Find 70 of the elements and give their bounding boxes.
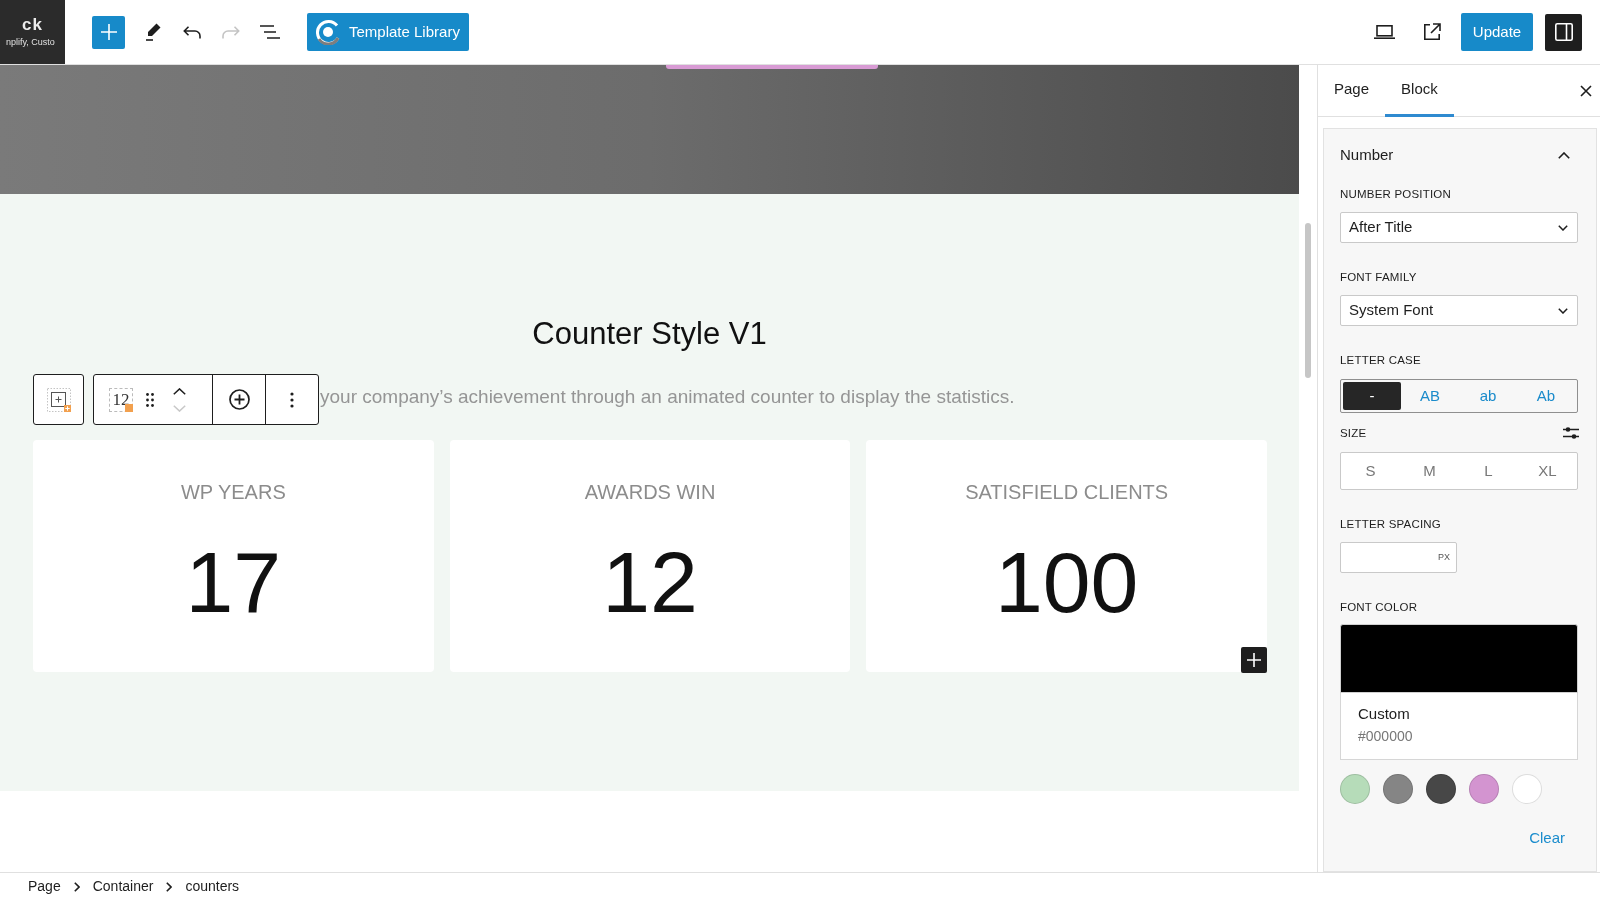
plus-square-icon — [46, 387, 71, 412]
segment-button[interactable]: S — [1341, 453, 1400, 489]
color-preview[interactable] — [1340, 624, 1578, 693]
color-swatch-icon[interactable] — [1340, 774, 1370, 804]
select-field[interactable]: System Font — [1340, 295, 1578, 326]
segment-button[interactable]: - — [1343, 382, 1401, 410]
logo-text: ck — [22, 16, 43, 34]
chevron-down-icon — [1558, 307, 1568, 314]
field-label: SIZE — [1340, 426, 1367, 440]
undo-icon — [183, 25, 201, 39]
sliders-icon — [1563, 426, 1579, 440]
pen-icon — [145, 23, 161, 41]
ring-logo-icon — [315, 19, 341, 45]
panel-toggle[interactable]: Number — [1340, 145, 1578, 165]
segment-button[interactable]: XL — [1518, 453, 1577, 489]
field-label: FONT FAMILY — [1340, 270, 1417, 284]
sidebar-tab[interactable]: Page — [1318, 65, 1386, 117]
select-field[interactable]: After Title — [1340, 212, 1578, 243]
counter-title: WP YEARS — [180, 480, 286, 504]
segment-button[interactable]: AB — [1401, 382, 1459, 410]
field-label: FONT COLOR — [1340, 600, 1418, 614]
select-parent-button[interactable] — [33, 374, 84, 425]
counter-number: 100 — [994, 538, 1139, 626]
input-field[interactable]: PX — [1340, 542, 1457, 573]
color-value: #000000 — [1358, 727, 1414, 745]
color-swatch-icon[interactable] — [1512, 774, 1542, 804]
laptop-icon — [1373, 25, 1395, 39]
color-swatch-icon[interactable] — [1469, 774, 1499, 804]
color-name: Custom — [1358, 704, 1411, 724]
template-library-button[interactable]: Template Library — [307, 13, 469, 51]
chevron-up-icon — [1558, 151, 1570, 159]
sidebar-tab[interactable]: Block — [1385, 65, 1454, 117]
logo-tagline: nplify, Custo — [6, 37, 55, 48]
circle-plus-icon — [228, 389, 250, 410]
scrollbar-thumb[interactable] — [1305, 223, 1311, 378]
clear-button[interactable]: Clear — [1529, 829, 1565, 847]
segment-button[interactable]: Ab — [1517, 382, 1575, 410]
segment-button[interactable]: ab — [1459, 382, 1517, 410]
plus-icon — [1247, 653, 1261, 667]
field-label: NUMBER POSITION — [1340, 187, 1451, 201]
unit-label: PX — [1438, 550, 1450, 564]
plus-icon — [100, 24, 117, 40]
color-swatch-icon[interactable] — [1426, 774, 1456, 804]
chevron-right-icon — [166, 881, 173, 892]
list-icon — [260, 25, 280, 39]
sidebar-toggle-button[interactable] — [1545, 13, 1582, 51]
drag-handle-icon — [146, 392, 154, 407]
close-icon — [1580, 84, 1592, 97]
more-options-icon — [290, 391, 294, 408]
chevron-right-icon — [73, 881, 80, 892]
external-link-icon — [1423, 23, 1441, 41]
sidebar-icon — [1554, 23, 1573, 41]
counter-title: AWARDS WIN — [584, 480, 716, 504]
chevron-down-icon — [1558, 224, 1568, 231]
section-heading: Counter Style V1 — [532, 315, 767, 353]
segment-button[interactable]: L — [1459, 453, 1518, 489]
segment-button[interactable]: M — [1400, 453, 1459, 489]
counter-number: 17 — [185, 538, 282, 626]
field-label: LETTER CASE — [1340, 353, 1421, 367]
breadcrumb-link[interactable]: counters — [185, 876, 240, 897]
color-swatch-icon[interactable] — [1383, 774, 1413, 804]
add-block-button[interactable] — [1241, 647, 1267, 673]
breadcrumb-link[interactable]: Container — [92, 876, 154, 897]
breadcrumb-link[interactable]: Page — [28, 876, 61, 897]
counter-title: SATISFIELD CLIENTS — [965, 480, 1169, 504]
section-subtitle: your company’s achievement through an animated counter to display the statistics. — [320, 385, 1015, 409]
redo-icon — [222, 25, 240, 39]
counter-number: 12 — [602, 538, 698, 626]
field-label: LETTER SPACING — [1340, 517, 1441, 531]
update-button[interactable]: Update — [1461, 13, 1533, 51]
